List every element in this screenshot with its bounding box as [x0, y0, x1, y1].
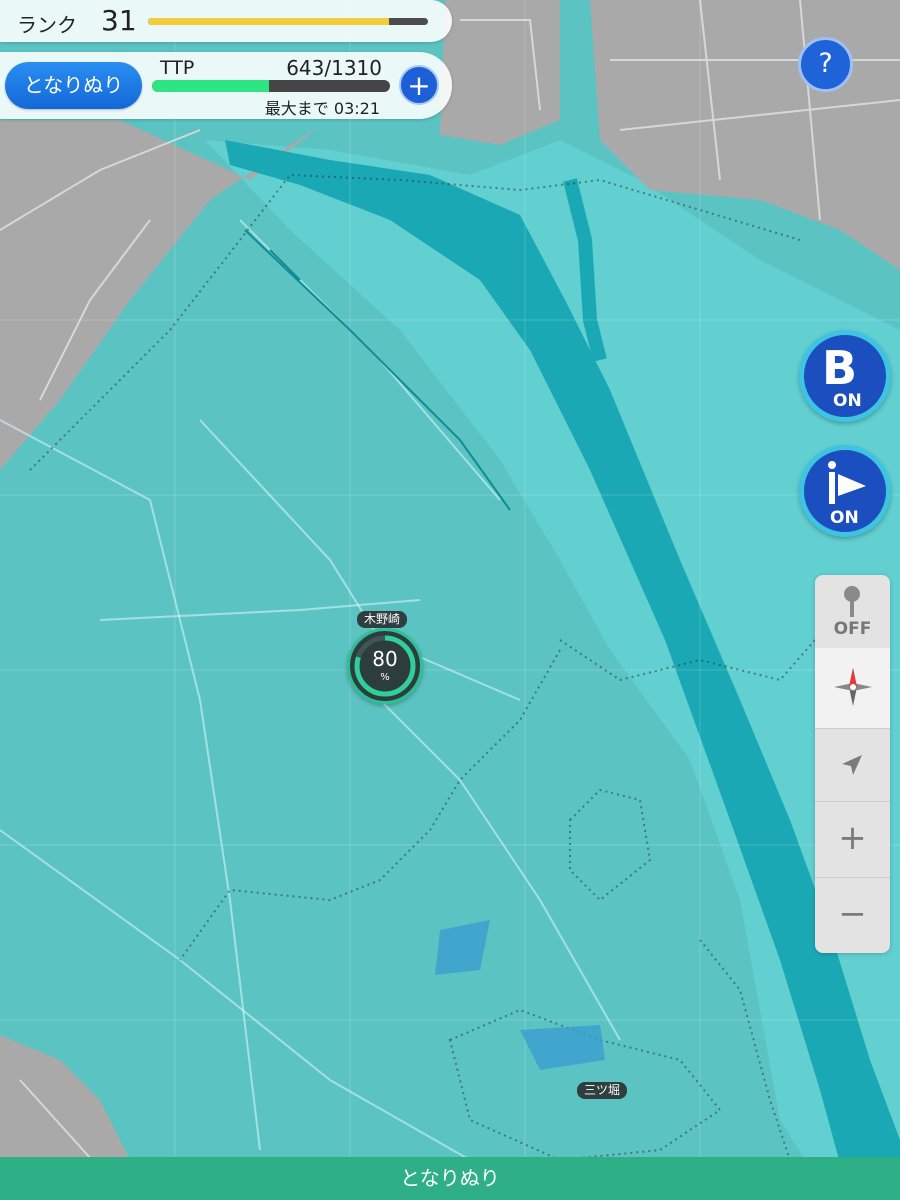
- area-progress-marker[interactable]: 80 %: [347, 628, 423, 704]
- zoom-out-icon: −: [838, 894, 867, 934]
- rank-progress-track: [148, 18, 428, 25]
- mode-button[interactable]: となりぬり: [5, 62, 142, 109]
- ttp-progress-track: [152, 80, 390, 92]
- b-mode-state: ON: [833, 391, 862, 411]
- zoom-out-button[interactable]: −: [815, 877, 890, 953]
- compass-button[interactable]: [815, 648, 890, 728]
- locate-arrow-icon: [842, 755, 862, 775]
- ttp-progress-fill: [152, 80, 269, 92]
- flag-toggle-state: ON: [830, 508, 859, 528]
- area-percent: 80: [372, 647, 398, 671]
- b-mode-icon: B: [822, 341, 858, 395]
- map-control-stack: OFF + −: [815, 575, 890, 953]
- b-mode-toggle[interactable]: B ON: [799, 330, 891, 422]
- rank-value: 31: [101, 4, 137, 37]
- locate-button[interactable]: [815, 728, 890, 801]
- rank-progress-fill: [148, 18, 389, 25]
- bottom-mode-bar[interactable]: となりぬり: [0, 1157, 900, 1200]
- flag-icon: [828, 461, 866, 504]
- map-canvas[interactable]: [0, 0, 900, 1200]
- rank-bar: ランク 31: [0, 0, 452, 42]
- zoom-in-icon: +: [838, 818, 867, 858]
- rank-label: ランク: [17, 13, 77, 37]
- app-screen: ランク 31 となりぬり TTP 643/1310 最大まで 03:21 + ?…: [0, 0, 900, 1200]
- pin-state: OFF: [833, 619, 872, 639]
- compass-icon: [834, 668, 872, 706]
- ttp-timer: 最大まで 03:21: [264, 99, 380, 118]
- area-percent-unit: %: [380, 672, 390, 683]
- pin-icon: [844, 586, 860, 617]
- pin-toggle-button[interactable]: OFF: [815, 575, 890, 648]
- zoom-in-button[interactable]: +: [815, 801, 890, 877]
- ttp-label: TTP: [160, 57, 195, 79]
- ttp-panel: となりぬり TTP 643/1310 最大まで 03:21 +: [0, 52, 452, 119]
- area-name-label: 木野崎: [357, 611, 408, 628]
- place-label-mitsubori: 三ツ堀: [577, 1082, 628, 1099]
- help-button[interactable]: ?: [798, 37, 853, 92]
- flag-toggle[interactable]: ON: [799, 445, 891, 537]
- ttp-plus-button[interactable]: +: [399, 65, 439, 105]
- ttp-value: 643/1310: [286, 56, 382, 80]
- unpainted-area-top: [440, 0, 560, 145]
